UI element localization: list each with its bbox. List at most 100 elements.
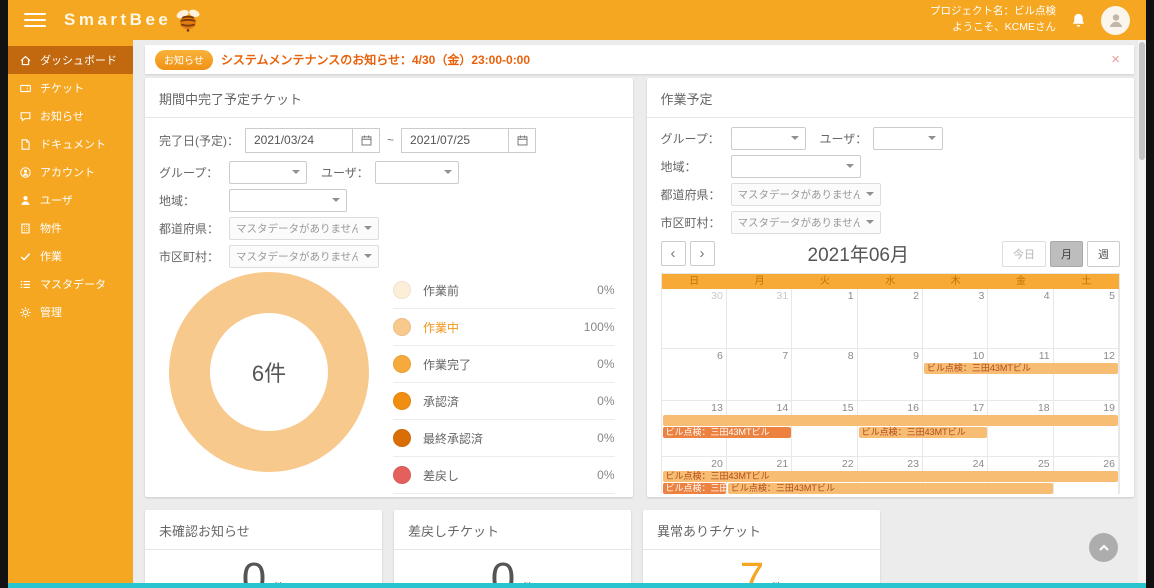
close-icon[interactable]: × [1107,51,1124,68]
calendar-day-header: 月 [727,274,792,289]
calendar-day-cell[interactable]: 3 [923,289,988,349]
calendar-prev-button[interactable]: ‹ [661,241,686,266]
prefecture-select[interactable]: マスタデータがありません [229,217,379,240]
notice-message: システムメンテナンスのお知らせ：4/30（金）23:00-0:00 [221,51,530,68]
group-select[interactable] [731,127,806,150]
calendar-day-cell[interactable]: 16 [858,401,923,457]
calendar-day-cell[interactable]: 1 [792,289,857,349]
user-avatar[interactable] [1101,6,1130,35]
sidebar-item-account[interactable]: アカウント [8,158,133,186]
legend-percent: 0% [597,394,614,408]
calendar-day-cell[interactable]: 7 [727,349,792,401]
sidebar-item-masterdata[interactable]: マスタデータ [8,270,133,298]
sidebar-item-admin[interactable]: 管理 [8,298,133,326]
calendar-date-number: 10 [926,350,984,362]
sidebar-item-documents[interactable]: ドキュメント [8,130,133,158]
calendar-day-cell[interactable]: 15 [792,401,857,457]
region-select[interactable] [731,155,861,178]
legend-color-dot [393,429,411,447]
calendar-day-cell[interactable]: 2 [858,289,923,349]
hamburger-menu-icon[interactable] [24,13,46,28]
city-select[interactable]: マスタデータがありません [731,211,881,234]
calendar-day-cell[interactable]: 22 [792,457,857,494]
calendar-day-cell[interactable]: 31 [727,289,792,349]
legend-percent: 0% [597,357,614,371]
calendar-date-number: 2 [861,290,919,302]
app-window: SmartBee プロジェクト名：ビル点検 ようこそ、KCMEさん [8,0,1146,588]
calendar-day-cell[interactable]: 11 [988,349,1053,401]
chevron-down-icon [444,170,452,174]
calendar-day-cell[interactable]: 24 [923,457,988,494]
city-select[interactable]: マスタデータがありません [229,245,379,268]
calendar-day-cell[interactable]: 18 [988,401,1053,457]
date-from-picker-button[interactable] [353,128,380,153]
calendar-date-number: 16 [861,402,919,414]
sidebar-item-news[interactable]: お知らせ [8,102,133,130]
calendar-month-button[interactable]: 月 [1050,241,1083,267]
legend-label: 作業前 [423,282,459,299]
prefecture-label: 都道府県： [661,186,725,203]
calendar-date-number: 12 [1057,350,1115,362]
calendar-week-button[interactable]: 週 [1087,241,1120,267]
calendar-day-cell[interactable]: 30 [662,289,727,349]
calendar-day-cell[interactable]: 10 [923,349,988,401]
calendar-today-button[interactable]: 今日 [1002,241,1046,267]
calendar-day-cell[interactable]: 8 [792,349,857,401]
calendar-date-number: 14 [730,402,788,414]
user-icon [19,194,32,207]
summary-card-title: 異常ありチケット [643,510,880,550]
calendar-day-cell[interactable]: 9 [858,349,923,401]
calendar-day-cell[interactable]: 21 [727,457,792,494]
region-select[interactable] [229,189,347,212]
calendar-date-number: 21 [730,458,788,470]
welcome-text: ようこそ、KCMEさん [930,20,1056,36]
date-from-input[interactable]: 2021/03/24 [245,128,353,153]
group-select[interactable] [229,161,307,184]
scrollbar-thumb[interactable] [1139,42,1145,160]
legend-item: 承認済0% [393,383,615,420]
calendar-day-cell[interactable]: 6 [662,349,727,401]
vertical-scrollbar[interactable] [1138,40,1146,583]
calendar-day-cell[interactable]: 5 [1054,289,1119,349]
legend-item: 作業完了 0% [393,346,615,383]
summary-card: 差戻しチケット0件 [394,510,631,588]
calendar-next-button[interactable]: › [690,241,715,266]
calendar-day-cell[interactable]: 19 [1054,401,1119,457]
home-icon [19,54,32,67]
calendar-date-number: 15 [795,402,853,414]
completion-date-label: 完了日(予定)： [159,132,239,149]
scroll-to-top-button[interactable] [1089,533,1118,562]
calendar-day-header: 水 [858,274,923,289]
calendar-day-cell[interactable]: 23 [858,457,923,494]
calendar-date-number: 18 [991,402,1049,414]
ticket-legend: 作業前0%作業中100%作業完了0%承認済0%最終承認済0%差戻し0% [393,272,615,494]
date-to-input[interactable]: 2021/07/25 [401,128,509,153]
calendar-day-cell[interactable]: 20 [662,457,727,494]
calendar-day-cell[interactable]: 25 [988,457,1053,494]
calendar-day-cell[interactable]: 4 [988,289,1053,349]
calendar-day-cell[interactable]: 12 [1054,349,1119,401]
calendar-date-number: 26 [1057,458,1115,470]
legend-label: 作業完了 [423,356,471,373]
calendar-day-cell[interactable]: 14 [727,401,792,457]
chevron-down-icon [292,170,300,174]
legend-item: 最終承認済0% [393,420,615,457]
calendar-day-cell[interactable]: 13 [662,401,727,457]
notification-bell-icon[interactable] [1070,12,1087,29]
chevron-down-icon [928,136,936,140]
calendar-day-cell[interactable]: 17 [923,401,988,457]
prefecture-select[interactable]: マスタデータがありません [731,183,881,206]
sidebar-item-work[interactable]: 作業 [8,242,133,270]
sidebar-item-tickets[interactable]: チケット [8,74,133,102]
user-select[interactable] [873,127,943,150]
group-label: グループ： [661,130,725,147]
sidebar-item-properties[interactable]: 物件 [8,214,133,242]
sidebar-item-dashboard[interactable]: ダッシュボード [8,46,133,74]
sidebar-item-users[interactable]: ユーザ [8,186,133,214]
calendar-day-cell[interactable]: 26 [1054,457,1119,494]
summary-row: 未確認お知らせ0件差戻しチケット0件異常ありチケット7件 [145,510,1134,588]
date-to-picker-button[interactable] [509,128,536,153]
calendar-day-header: 木 [923,274,988,289]
user-select[interactable] [375,161,459,184]
schedule-panel-card: 作業予定 グループ： ユーザ： 地域： 都道府 [647,78,1135,497]
